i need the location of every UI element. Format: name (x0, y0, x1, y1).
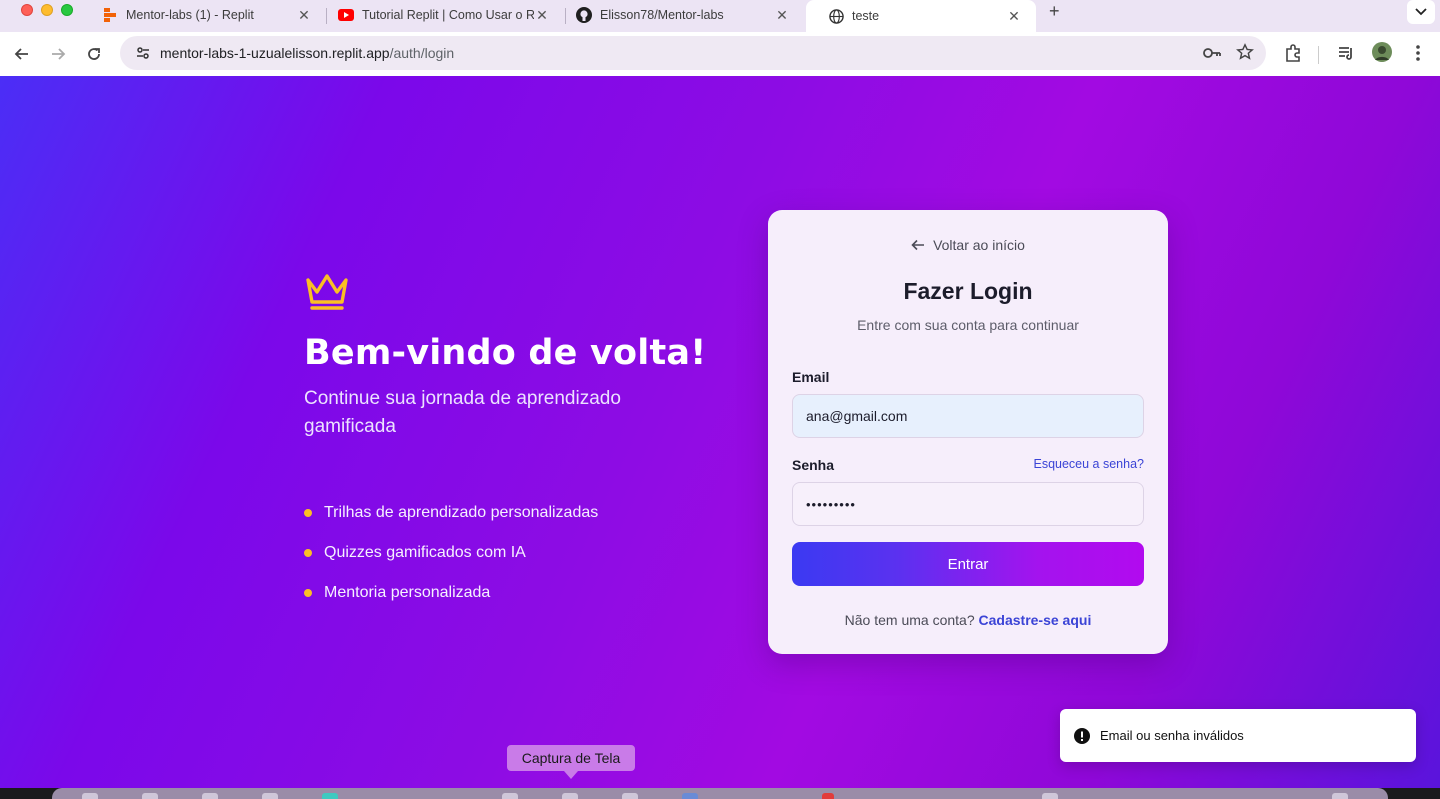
dock-tooltip: Captura de Tela (507, 745, 635, 779)
toolbar-divider (1318, 46, 1319, 64)
maximize-window-button[interactable] (61, 4, 73, 16)
dock-app-icon[interactable] (322, 793, 338, 799)
tab-title: Mentor-labs (1) - Replit (126, 8, 254, 22)
kebab-menu-icon[interactable] (1410, 44, 1426, 62)
globe-icon (828, 8, 844, 24)
password-field[interactable]: ••••••••• (792, 482, 1144, 526)
signup-prompt: Não tem uma conta? Cadastre-se aqui (768, 612, 1168, 628)
browser-tab-bar: Mentor-labs (1) - Replit ✕ Tutorial Repl… (0, 0, 1440, 32)
welcome-title: Bem-vindo de volta! (304, 333, 707, 373)
back-link-label: Voltar ao início (933, 237, 1025, 253)
close-window-button[interactable] (21, 4, 33, 16)
login-card: Voltar ao início Fazer Login Entre com s… (768, 210, 1168, 654)
url-host: mentor-labs-1-uzualelisson.replit.app (160, 45, 390, 61)
welcome-panel: Bem-vindo de volta! Continue sua jornada… (304, 272, 724, 613)
login-title: Fazer Login (903, 278, 1033, 304)
avatar[interactable] (1372, 42, 1392, 62)
url-text: mentor-labs-1-uzualelisson.replit.app/au… (160, 45, 454, 61)
tab-title: Tutorial Replit | Como Usar o R (362, 8, 534, 22)
password-key-icon[interactable] (1202, 43, 1222, 68)
login-page: Bem-vindo de volta! Continue sua jornada… (0, 76, 1440, 788)
github-icon (576, 7, 592, 23)
new-tab-button[interactable]: + (1049, 1, 1060, 22)
macos-dock (52, 788, 1388, 799)
browser-tab-teste[interactable]: teste ✕ (806, 0, 1036, 32)
signup-prompt-text: Não tem uma conta? (844, 612, 975, 628)
email-field[interactable]: ana@gmail.com (792, 394, 1144, 438)
tab-title: teste (852, 9, 880, 23)
arrow-left-icon (911, 239, 925, 251)
back-to-home-link[interactable]: Voltar ao início (768, 237, 1168, 253)
toast-message: Email ou senha inválidos (1100, 728, 1244, 743)
feature-label: Mentoria personalizada (324, 584, 491, 601)
forward-arrow-icon[interactable] (46, 42, 70, 66)
password-label: Senha (792, 457, 835, 473)
welcome-subtitle: Continue sua jornada de aprendizado gami… (304, 388, 621, 437)
tab-close-icon[interactable]: ✕ (534, 7, 550, 24)
address-bar[interactable]: mentor-labs-1-uzualelisson.replit.app/au… (120, 36, 1266, 70)
forgot-password-link[interactable]: Esqueceu a senha? (1033, 457, 1144, 471)
feature-item: Trilhas de aprendizado personalizadas (304, 493, 724, 533)
tab-close-icon[interactable]: ✕ (296, 7, 312, 24)
tab-close-icon[interactable]: ✕ (774, 7, 790, 24)
bookmark-star-icon[interactable] (1236, 43, 1254, 68)
browser-tab-replit[interactable]: Mentor-labs (1) - Replit ✕ (80, 0, 326, 30)
dock-app-icon[interactable] (502, 793, 518, 799)
reload-icon[interactable] (82, 42, 106, 66)
dock-app-icon[interactable] (1332, 793, 1348, 799)
feature-item: Quizzes gamificados com IA (304, 533, 724, 573)
login-subtitle: Entre com sua conta para continuar (857, 317, 1079, 333)
dock-notification-badge (822, 793, 834, 799)
feature-label: Quizzes gamificados com IA (324, 544, 526, 561)
error-alert-icon (1074, 727, 1090, 744)
crown-icon (306, 274, 348, 310)
dock-app-icon[interactable] (1042, 793, 1058, 799)
dock-app-icon[interactable] (622, 793, 638, 799)
bullet-dot (304, 549, 312, 557)
replit-icon (102, 7, 118, 23)
chevron-down-icon[interactable] (1407, 0, 1435, 24)
feature-item: Mentoria personalizada (304, 573, 724, 613)
dock-app-icon[interactable] (262, 793, 278, 799)
tab-title: Elisson78/Mentor-labs (600, 8, 724, 22)
site-info-icon[interactable] (126, 45, 160, 61)
dock-app-icon[interactable] (82, 793, 98, 799)
youtube-icon (338, 7, 354, 23)
bullet-dot (304, 589, 312, 597)
media-control-icon[interactable] (1336, 43, 1356, 63)
signup-link[interactable]: Cadastre-se aqui (979, 612, 1092, 628)
dock-app-icon[interactable] (202, 793, 218, 799)
back-arrow-icon[interactable] (10, 42, 34, 66)
browser-tab-youtube[interactable]: Tutorial Replit | Como Usar o R ✕ (316, 0, 564, 30)
dock-app-icon[interactable] (142, 793, 158, 799)
dock-app-icon[interactable] (682, 793, 698, 799)
error-toast: Email ou senha inválidos (1060, 709, 1416, 762)
minimize-window-button[interactable] (41, 4, 53, 16)
email-label: Email (792, 369, 830, 385)
browser-tab-github[interactable]: Elisson78/Mentor-labs ✕ (554, 0, 804, 30)
bullet-dot (304, 509, 312, 517)
feature-label: Trilhas de aprendizado personalizadas (324, 504, 599, 521)
url-path: /auth/login (389, 45, 455, 61)
tab-close-icon[interactable]: ✕ (1006, 8, 1022, 25)
browser-toolbar: mentor-labs-1-uzualelisson.replit.app/au… (0, 32, 1440, 76)
dock-app-icon[interactable] (562, 793, 578, 799)
login-submit-button[interactable]: Entrar (792, 542, 1144, 586)
extensions-icon[interactable] (1283, 43, 1303, 63)
feature-list: Trilhas de aprendizado personalizadas Qu… (304, 493, 724, 613)
